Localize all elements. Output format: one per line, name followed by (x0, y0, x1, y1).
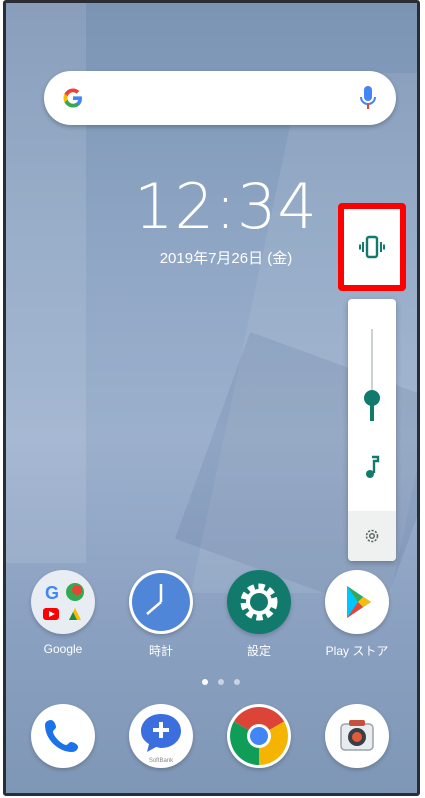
microphone-icon[interactable] (358, 84, 378, 112)
clock-time[interactable]: 12:34 (134, 175, 318, 239)
phone-icon (31, 704, 95, 768)
page-dot[interactable] (234, 679, 240, 685)
music-note-icon (366, 455, 380, 478)
page-dot[interactable] (218, 679, 224, 685)
messenger-icon: SoftBank (129, 704, 193, 768)
clock-date: 2019年7月26日 (金) (159, 250, 293, 267)
app-label: 時計 (148, 644, 173, 658)
app-label: 設定 (246, 644, 271, 658)
play-store-icon (325, 570, 389, 634)
home-screen: 12:34 2019年7月26日 (金) G Google 時計 設定 Play… (3, 0, 420, 796)
svg-text:G: G (45, 583, 59, 603)
volume-slider-thumb[interactable] (364, 390, 380, 406)
dock-phone[interactable] (23, 704, 103, 768)
camera-icon (325, 704, 389, 768)
app-label: Google (43, 642, 83, 656)
gear-icon (365, 529, 379, 543)
vibrate-icon[interactable] (359, 235, 385, 259)
google-folder-icon: G (31, 570, 95, 634)
page-dot[interactable] (202, 679, 208, 685)
volume-settings-button[interactable] (348, 511, 396, 561)
app-settings[interactable]: 設定 (219, 570, 299, 659)
dock-messenger[interactable]: SoftBank (121, 704, 201, 768)
softbank-badge: SoftBank (149, 758, 174, 764)
app-play-store[interactable]: Play ストア (317, 570, 397, 659)
app-label: Play ストア (325, 644, 389, 658)
volume-panel (348, 299, 396, 561)
page-indicator (202, 679, 250, 687)
clock-icon (129, 570, 193, 634)
app-clock[interactable]: 時計 (121, 570, 201, 659)
ringer-mode-highlight[interactable] (338, 203, 406, 291)
chrome-icon (227, 704, 291, 768)
gear-icon (227, 570, 291, 634)
app-google-folder[interactable]: G Google (23, 570, 103, 656)
google-logo-icon (63, 88, 82, 108)
dock-camera[interactable] (317, 704, 397, 768)
google-search-bar[interactable] (44, 71, 396, 125)
dock-chrome[interactable] (219, 704, 299, 768)
